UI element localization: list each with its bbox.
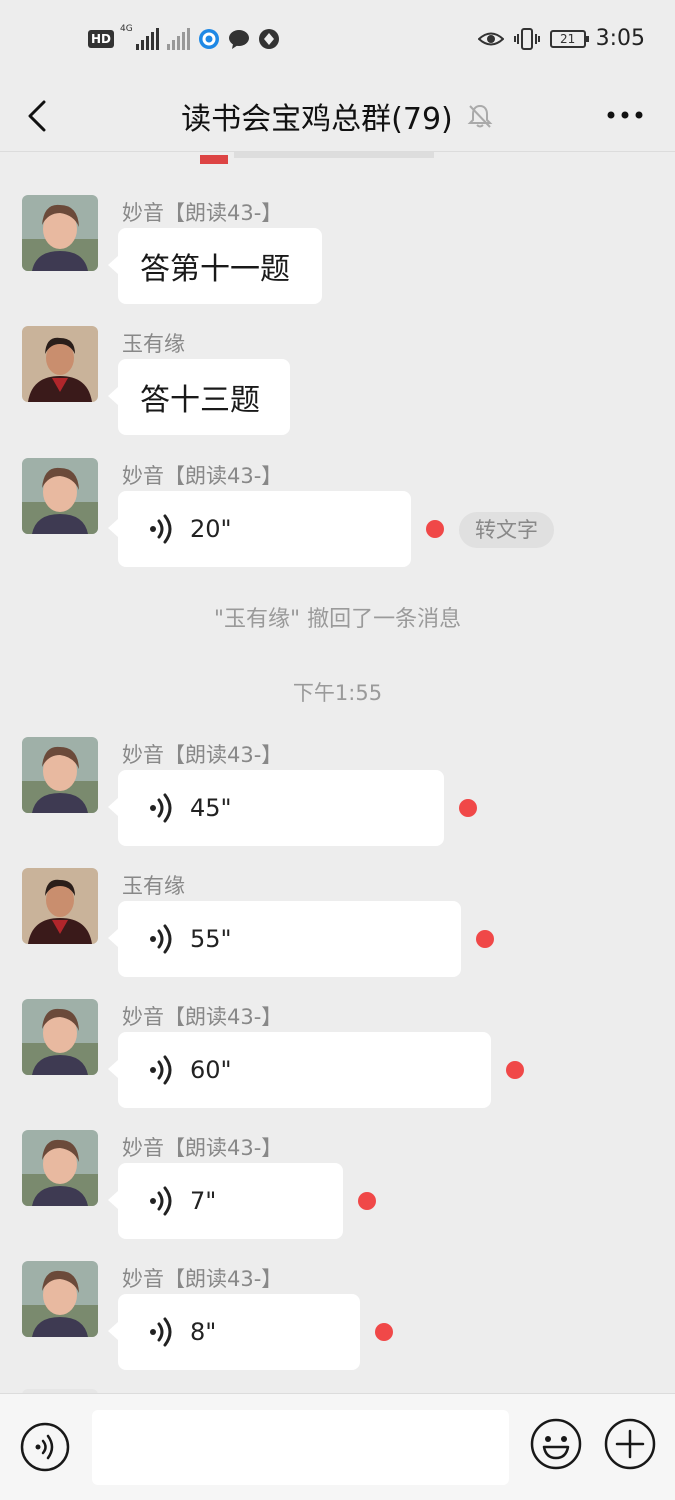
timestamp: 下午1:55 (292, 681, 383, 705)
status-left: HD 4G (88, 24, 280, 50)
unread-dot (426, 520, 444, 538)
avatar[interactable] (22, 326, 98, 402)
recall-notice: "玉有缘" 撤回了一条消息 (213, 607, 462, 632)
voice-wave-icon (150, 924, 172, 954)
voice-bubble[interactable]: 45" (108, 770, 444, 846)
voice-wave-icon (150, 514, 172, 544)
voice-bubble[interactable]: 60" (108, 1032, 491, 1108)
unread-dot (506, 1061, 524, 1079)
sender-name: 妙音【朗读43-】 (122, 1136, 283, 1160)
voice-wave-icon (150, 793, 172, 823)
vpn-icon (259, 29, 280, 49)
status-right: 21 3:05 (477, 26, 645, 51)
unread-dot (476, 930, 494, 948)
voice-duration: 8" (190, 1318, 217, 1346)
unread-dot (375, 1323, 393, 1341)
text-bubble[interactable]: 答十三题 (108, 359, 290, 435)
avatar[interactable] (22, 458, 98, 534)
avatar[interactable] (22, 737, 98, 813)
eye-icon (477, 32, 504, 45)
text-bubble[interactable]: 答第十一题 (108, 228, 322, 304)
chat-title[interactable]: 读书会宝鸡总群(79) (181, 94, 453, 138)
battery-icon: 21 (549, 29, 589, 48)
more-dots-icon[interactable] (605, 100, 645, 130)
voice-wave-icon (150, 1055, 172, 1085)
signal-icon: 4G (120, 24, 160, 50)
title-bar: 读书会宝鸡总群(79) (0, 80, 675, 152)
voice-duration: 20" (190, 515, 232, 543)
sender-name: 妙音【朗读43-】 (122, 743, 283, 767)
voice-bubble[interactable]: 8" (108, 1294, 360, 1370)
emoji-icon[interactable] (530, 1418, 582, 1470)
avatar[interactable] (22, 195, 98, 271)
avatar[interactable] (22, 999, 98, 1075)
voice-bubble[interactable]: 55" (108, 901, 461, 977)
avatar[interactable] (22, 1130, 98, 1206)
input-bar (0, 1393, 675, 1500)
voice-duration: 7" (190, 1187, 217, 1215)
title-wrap: 读书会宝鸡总群(79) (0, 94, 675, 138)
chat-area[interactable]: 妙音【朗读43-】 答第十一题 玉有缘 答十三题 妙音【朗读43-】 20" 转… (0, 153, 675, 1393)
message-text: 答十三题 (140, 383, 260, 418)
convert-to-text-button[interactable]: 转文字 (459, 512, 554, 548)
sender-name: 妙音【朗读43-】 (122, 1267, 283, 1291)
voice-duration: 45" (190, 794, 232, 822)
clock: 3:05 (595, 26, 645, 51)
message-text: 答第十一题 (140, 252, 290, 287)
voice-input-icon[interactable] (20, 1422, 70, 1472)
unread-dot (459, 799, 477, 817)
vibrate-icon (513, 27, 540, 50)
avatar[interactable] (22, 868, 98, 944)
voice-wave-icon (150, 1317, 172, 1347)
voice-duration: 55" (190, 925, 232, 953)
voice-bubble[interactable]: 7" (108, 1163, 343, 1239)
plus-icon[interactable] (604, 1418, 656, 1470)
signal-no-service-icon (167, 28, 191, 50)
network-type-label: 4G (120, 24, 133, 34)
voice-wave-icon (150, 1186, 172, 1216)
sender-name: 玉有缘 (122, 874, 185, 898)
app-notify-icon (199, 29, 220, 49)
voice-bubble[interactable]: 20" (108, 491, 411, 567)
hd-icon: HD (88, 30, 115, 48)
bell-muted-icon (467, 104, 493, 128)
sender-name: 妙音【朗读43-】 (122, 464, 283, 488)
unread-dot (358, 1192, 376, 1210)
sender-name: 妙音【朗读43-】 (122, 1005, 283, 1029)
voice-duration: 60" (190, 1056, 232, 1084)
sender-name: 妙音【朗读43-】 (122, 201, 283, 225)
avatar[interactable] (22, 1261, 98, 1337)
chat-notify-icon (229, 30, 250, 49)
message-input[interactable] (92, 1410, 509, 1485)
status-bar: HD 4G 21 3:05 (0, 0, 675, 80)
sender-name: 玉有缘 (122, 332, 185, 356)
